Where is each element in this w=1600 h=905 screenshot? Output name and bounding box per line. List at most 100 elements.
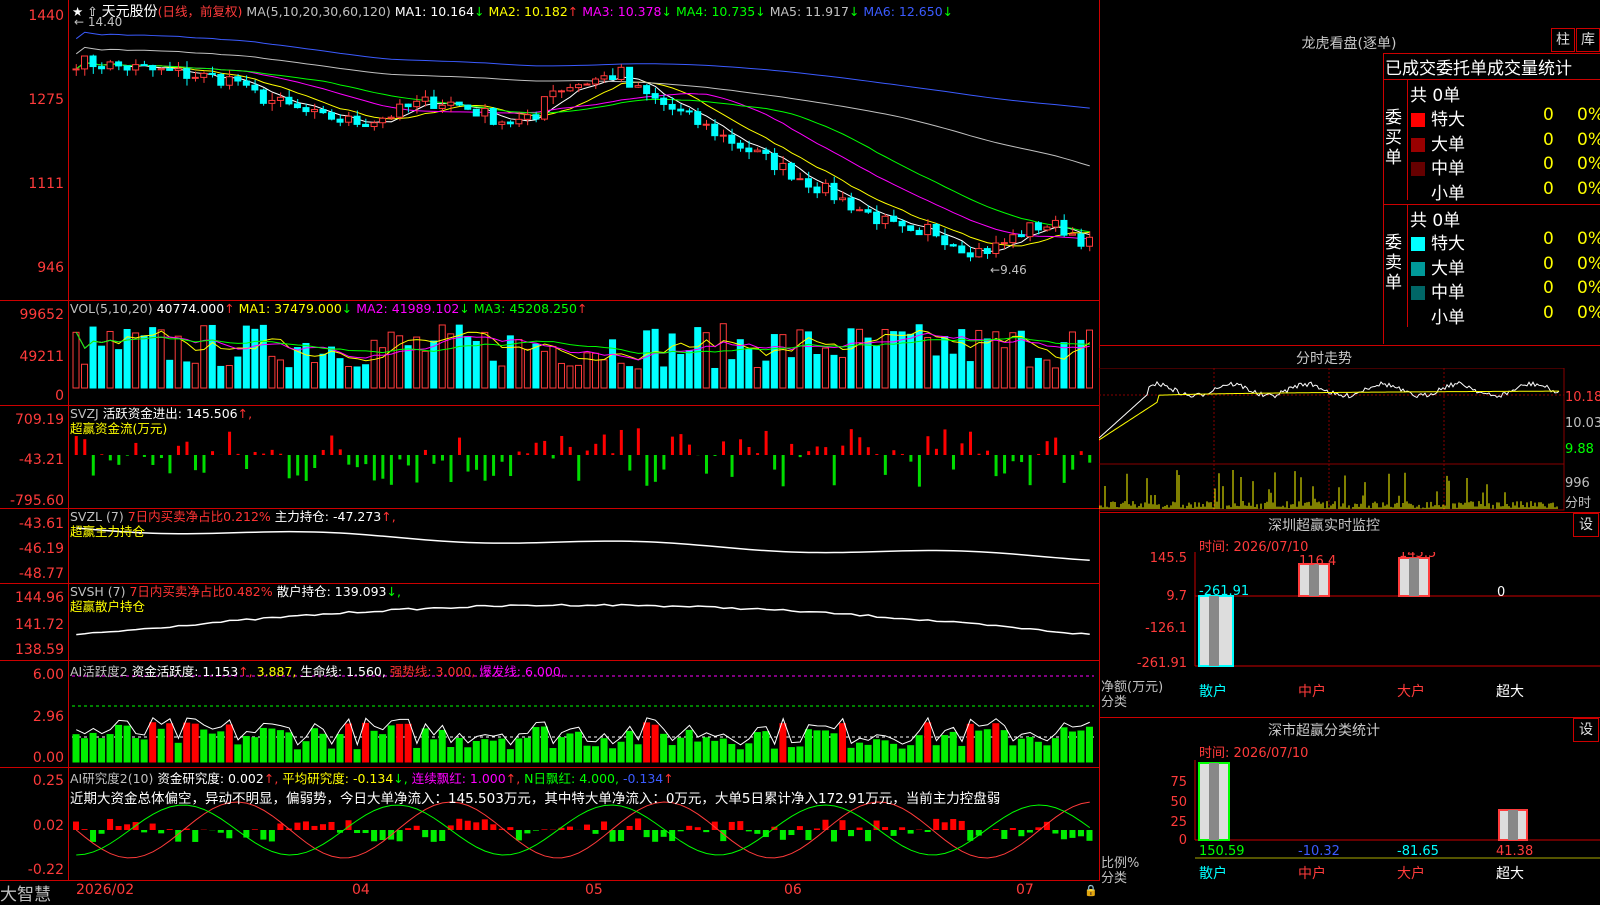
volume-bar — [405, 346, 411, 388]
research-bar — [686, 826, 692, 830]
fund-flow-bar — [526, 453, 529, 455]
volume-bar — [431, 341, 437, 388]
fund-flow-bar — [501, 455, 504, 462]
volume-bar — [363, 365, 369, 388]
lock-icon[interactable]: 🔒 — [1084, 884, 1098, 897]
fund-flow-bar — [552, 455, 555, 458]
activity-bar — [857, 743, 863, 762]
column-view-button[interactable]: 柱 — [1551, 28, 1575, 52]
fund-flow-bar — [168, 455, 171, 473]
activity-bar — [882, 741, 888, 762]
monitor-settings-button[interactable]: 设 — [1573, 513, 1599, 537]
activity-bar — [1061, 728, 1067, 762]
candle-body — [465, 105, 471, 109]
activity-bar — [754, 733, 760, 762]
volume-bar — [669, 334, 675, 388]
library-button[interactable]: 库 — [1576, 28, 1600, 52]
volume-bar — [439, 325, 445, 388]
activity-bar — [925, 723, 931, 762]
research-bar — [294, 823, 300, 830]
volume-bar — [380, 348, 386, 388]
fund-flow-bar — [645, 455, 648, 486]
research-bar — [908, 830, 914, 834]
color-swatch — [1411, 262, 1425, 276]
candle-body — [857, 210, 863, 211]
activity-bar — [380, 735, 386, 762]
research-bar — [644, 830, 650, 837]
monitor-bar-shade — [1409, 558, 1419, 596]
color-swatch — [1411, 311, 1425, 325]
candle-body — [252, 85, 258, 90]
volume-bar — [371, 340, 377, 388]
candle-body — [942, 236, 948, 245]
research-bar — [541, 829, 547, 830]
candle-body — [507, 122, 513, 124]
chart-area[interactable]: 1440 1275 1111 946 99652 49211 0 709.19 … — [0, 0, 1100, 900]
fund-flow-bar — [484, 455, 487, 481]
research-bar — [277, 824, 283, 830]
activity-bar — [780, 724, 786, 762]
fund-flow-bar — [858, 437, 861, 455]
candle-body — [805, 179, 811, 187]
research-bar — [439, 830, 445, 841]
activity-bar — [269, 729, 275, 762]
activity-bar — [235, 745, 241, 762]
fund-flow-bar — [1071, 455, 1074, 470]
candle-body — [763, 150, 769, 153]
activity-bar — [661, 734, 667, 762]
volume-bar — [916, 325, 922, 388]
order-pct: 0% — [1577, 105, 1600, 125]
research-bar — [891, 830, 897, 836]
main-header: ★ ⇧ 天元股份(日线，前复权) MA(5,10,20,30,60,120) M… — [72, 1, 953, 21]
activity-bar — [627, 731, 633, 762]
volume-bar — [593, 353, 599, 388]
classify-chart[interactable]: 7550250150.59-10.32-81.6541.38散户中户大户超大 — [1099, 760, 1600, 900]
classify-category: 超大 — [1496, 866, 1524, 882]
classify-axis-title: 比例%分类 — [1101, 856, 1139, 886]
activity-bar — [499, 739, 505, 762]
candle-body — [993, 243, 999, 253]
fund-flow-bar — [407, 455, 410, 465]
fund-flow-bar — [816, 446, 819, 455]
monitor-y-tick: -261.91 — [1137, 656, 1187, 671]
volume-bar — [422, 351, 428, 388]
research-bar — [925, 830, 931, 832]
fund-flow-bar — [978, 454, 981, 455]
candle-body — [405, 104, 411, 107]
fund-flow-bar — [1029, 455, 1032, 485]
activity-bar — [465, 748, 471, 762]
research-bar — [1018, 830, 1024, 836]
research-bar — [831, 830, 837, 842]
fund-flow-bar — [271, 450, 274, 455]
fund-flow-bar — [918, 455, 921, 487]
chart-canvas[interactable] — [0, 0, 1100, 900]
fenshi-y-tick: 10.18 — [1565, 390, 1600, 405]
fund-flow-bar — [679, 434, 682, 455]
volume-bar — [150, 328, 156, 388]
activity-bar — [644, 723, 650, 762]
candle-body — [754, 150, 760, 152]
fund-flow-bar — [637, 428, 640, 455]
fund-flow-bar — [160, 455, 163, 458]
classify-settings-button[interactable]: 设 — [1573, 718, 1599, 742]
research-bar — [405, 828, 411, 830]
research-bar — [950, 819, 956, 830]
activity-bar — [82, 739, 88, 762]
fund-flow-bar — [381, 455, 384, 479]
volume-bar — [933, 356, 939, 388]
volume-bar — [133, 333, 139, 388]
activity-bar — [610, 749, 616, 762]
fenshi-chart[interactable] — [1099, 368, 1600, 511]
candle-body — [788, 163, 794, 179]
volume-bar — [226, 365, 232, 388]
fund-flow-bar — [714, 455, 717, 456]
volume-bar — [490, 361, 496, 388]
fund-flow-bar — [134, 443, 137, 455]
activity-bar — [141, 740, 147, 762]
research-bar — [814, 828, 820, 830]
order-pct: 0% — [1577, 229, 1600, 249]
period-label[interactable]: (日线，前复权) — [158, 4, 243, 19]
activity-bar — [575, 732, 581, 762]
candle-body — [686, 111, 692, 112]
monitor-chart[interactable]: 145.59.7-126.1-261.91-261.91116.4145.50散… — [1099, 552, 1600, 717]
